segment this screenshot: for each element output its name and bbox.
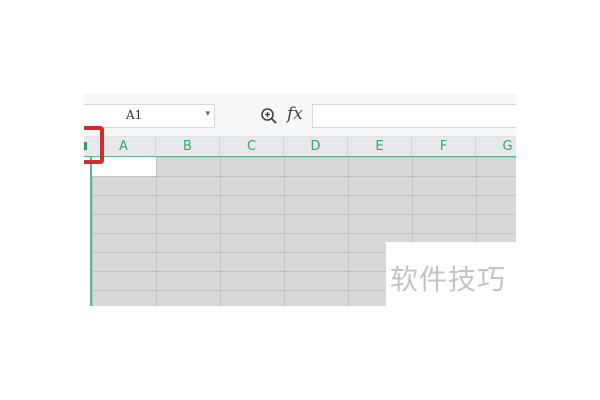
watermark-text: 软件技巧 bbox=[390, 263, 507, 296]
column-header-e[interactable]: E bbox=[348, 137, 412, 156]
fx-function-icon[interactable]: fx bbox=[287, 104, 303, 124]
formula-bar: A1 ▾ fx bbox=[84, 94, 516, 137]
zoom-in-magnifier-icon[interactable] bbox=[260, 107, 278, 125]
column-header-d[interactable]: D bbox=[284, 137, 348, 156]
watermark: 软件技巧 bbox=[386, 242, 516, 306]
formula-input[interactable] bbox=[312, 104, 516, 128]
select-all-highlight-box bbox=[84, 126, 104, 164]
column-header-g[interactable]: G bbox=[476, 137, 516, 156]
column-header-f[interactable]: F bbox=[412, 137, 476, 156]
screenshot-stage: A1 ▾ fx A B C D E F G 软件技巧 bbox=[0, 0, 600, 400]
name-box[interactable]: A1 ▾ bbox=[84, 104, 215, 128]
name-box-value: A1 bbox=[126, 108, 143, 122]
column-header-b[interactable]: B bbox=[156, 137, 220, 156]
chevron-down-icon[interactable]: ▾ bbox=[205, 109, 210, 119]
column-header-c[interactable]: C bbox=[220, 137, 284, 156]
column-header-row: A B C D E F G bbox=[84, 137, 516, 157]
